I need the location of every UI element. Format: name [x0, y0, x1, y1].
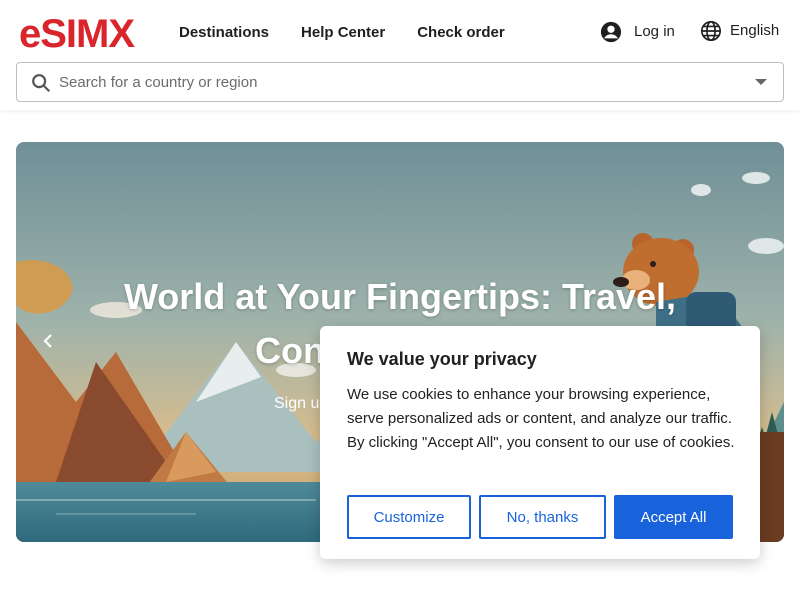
cookie-title: We value your privacy: [347, 349, 537, 369]
nav-destinations[interactable]: Destinations: [179, 23, 269, 43]
hero-title-line1: World at Your Fingertips: Travel,: [123, 276, 677, 317]
nav-help-center[interactable]: Help Center: [301, 23, 385, 43]
user-icon: [600, 21, 622, 43]
logo[interactable]: eSIMX: [19, 12, 135, 56]
site-header: eSIMX Destinations Help Center Check ord…: [0, 0, 800, 110]
main-nav: Destinations Help Center Check order: [179, 23, 505, 43]
login-label: Log in: [634, 23, 675, 40]
login-button[interactable]: Log in: [600, 21, 675, 43]
search-input[interactable]: [59, 63, 739, 101]
reject-button[interactable]: No, thanks: [479, 495, 606, 539]
accept-all-button[interactable]: Accept All: [614, 495, 733, 539]
chevron-left-icon[interactable]: [40, 332, 58, 350]
cookie-body: We use cookies to enhance your browsing …: [347, 386, 735, 451]
customize-button[interactable]: Customize: [347, 495, 471, 539]
language-selector[interactable]: English: [700, 20, 779, 42]
search-icon: [30, 72, 52, 94]
cookie-consent-dialog: We value your privacy We use cookies to …: [320, 326, 760, 559]
globe-icon: [700, 20, 722, 42]
chevron-down-icon[interactable]: [755, 79, 767, 85]
language-label: English: [730, 22, 780, 39]
nav-check-order[interactable]: Check order: [417, 23, 505, 43]
search-bar[interactable]: [16, 62, 784, 102]
page: eSIMX Destinations Help Center Check ord…: [0, 0, 800, 600]
